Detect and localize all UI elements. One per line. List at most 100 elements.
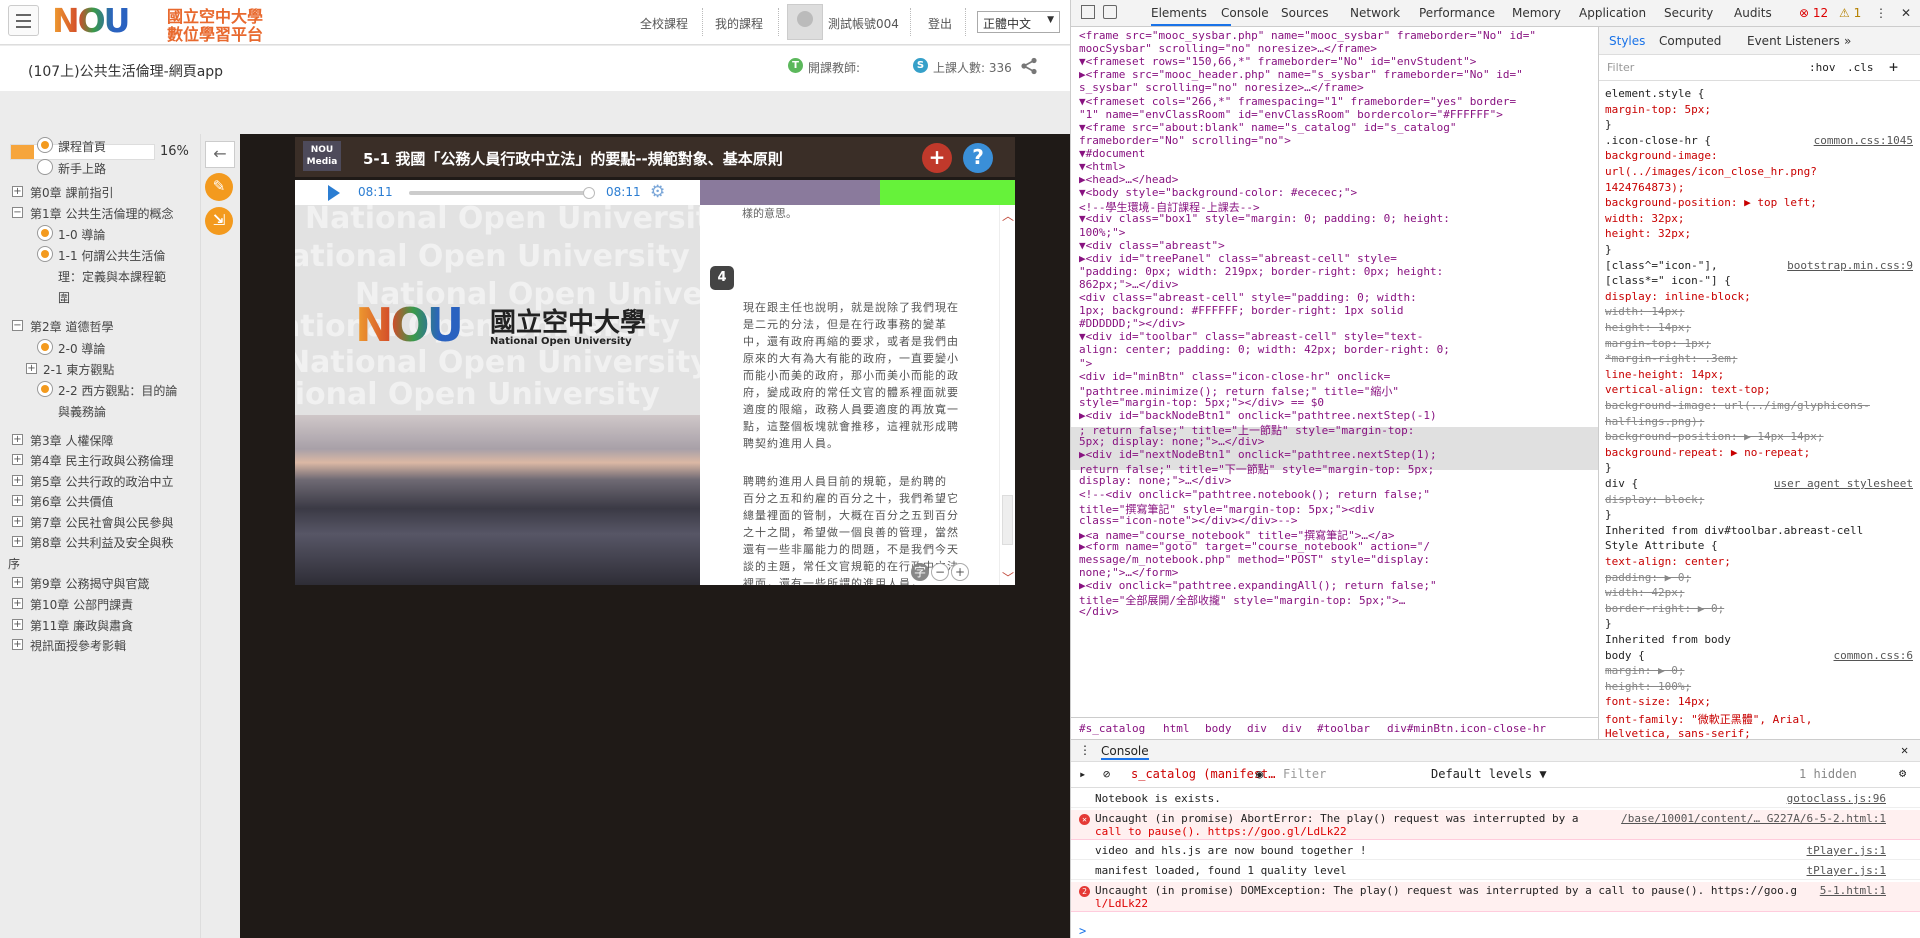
dom-line[interactable]: ▼<div id="toolbar" class="abreast-cell" … xyxy=(1079,330,1423,343)
style-rule-line[interactable]: padding: ▶ 0; xyxy=(1605,571,1691,584)
style-rule-line[interactable]: width: 42px; xyxy=(1605,586,1684,599)
dom-line[interactable]: ▶<div onclick="pathtree.expandingAll(); … xyxy=(1079,579,1437,592)
breadcrumb-item[interactable]: body xyxy=(1205,722,1232,735)
style-rule-line[interactable]: } xyxy=(1605,508,1612,521)
tree-item-label[interactable]: 第1章 公共生活倫理的概念 xyxy=(30,205,173,222)
warning-count[interactable]: ⚠ 1 xyxy=(1839,6,1861,20)
dom-line[interactable]: style="margin-top: 5px;"></div> == $0 xyxy=(1079,396,1324,409)
style-rule-line[interactable]: Inherited from body xyxy=(1605,633,1731,646)
dom-line[interactable]: moocSysbar" scrolling="no" noresize>…</f… xyxy=(1079,42,1377,55)
scroll-up-icon[interactable]: ︿ xyxy=(1002,207,1014,224)
dom-line[interactable]: ▶<form name="goto" target="course_notebo… xyxy=(1079,540,1430,553)
expand-icon[interactable]: + xyxy=(12,495,23,506)
style-rule-line[interactable]: margin-top: 5px; xyxy=(1605,103,1711,116)
close-drawer-icon[interactable]: ✕ xyxy=(1901,743,1908,757)
dom-line[interactable]: <frame src="mooc_sysbar.php" name="mooc_… xyxy=(1079,29,1536,42)
styles-tab[interactable]: » xyxy=(1844,34,1851,48)
notebook-icon[interactable]: ✎ xyxy=(205,173,233,201)
transcript-scrollbar[interactable]: ︿ ﹀ xyxy=(1000,205,1015,585)
collapse-icon[interactable]: − xyxy=(12,207,23,218)
radio-icon[interactable] xyxy=(37,339,53,355)
style-rule-line[interactable]: url(../images/icon_close_hr.png? xyxy=(1605,165,1817,178)
expand-icon[interactable]: + xyxy=(12,516,23,527)
drawer-menu-icon[interactable]: ⋮ xyxy=(1079,743,1091,757)
dom-line[interactable]: class="icon-note"></div></div>--> xyxy=(1079,514,1298,527)
style-rule-line[interactable]: line-height: 14px; xyxy=(1605,368,1724,381)
devtools-tab-application[interactable]: Application xyxy=(1579,6,1646,20)
help-icon[interactable]: ? xyxy=(963,143,993,173)
style-rule-line[interactable]: background-repeat: ▶ no-repeat; xyxy=(1605,446,1810,459)
style-rule-line[interactable]: [class^="icon-"], xyxy=(1605,259,1718,272)
hamburger-menu-icon[interactable] xyxy=(8,5,39,36)
style-rule-line[interactable]: halflings.png); xyxy=(1605,415,1704,428)
style-rule-line[interactable]: display: block; xyxy=(1605,493,1704,506)
style-rule-line[interactable]: } xyxy=(1605,461,1612,474)
style-source-link[interactable]: user agent stylesheet xyxy=(1774,477,1913,490)
style-source-link[interactable]: bootstrap.min.css:9 xyxy=(1787,259,1913,272)
style-source-link[interactable]: common.css:6 xyxy=(1834,649,1913,662)
collapse-icon[interactable]: − xyxy=(12,320,23,331)
expand-icon[interactable]: + xyxy=(12,434,23,445)
seek-bar[interactable] xyxy=(409,187,595,199)
tree-item-label[interactable]: 與義務論 xyxy=(58,403,106,420)
error-count[interactable]: ⊗ 12 xyxy=(1799,6,1828,20)
breadcrumb-item[interactable]: #s_catalog xyxy=(1079,722,1145,735)
dom-line[interactable]: ▼#document xyxy=(1079,147,1145,160)
user-avatar[interactable] xyxy=(787,4,823,40)
style-rule-line[interactable]: background-image: url(../img/glyphicons- xyxy=(1605,399,1870,412)
log-levels-select[interactable]: Default levels ▼ xyxy=(1431,767,1547,781)
tree-item-label[interactable]: 第7章 公民社會與公民參與 xyxy=(30,514,173,531)
dom-line[interactable]: </div> xyxy=(1079,605,1119,618)
tree-item-label[interactable]: 第3章 人權保障 xyxy=(30,432,113,449)
hover-state-toggle[interactable]: :hov xyxy=(1809,61,1836,74)
dom-line[interactable]: ▼<frameset rows="150,66,*" frameborder="… xyxy=(1079,55,1476,68)
play-icon[interactable] xyxy=(328,185,340,201)
expand-all-icon[interactable]: ⇲ xyxy=(205,207,233,235)
console-source-link[interactable]: tPlayer.js:1 xyxy=(1807,844,1886,857)
breadcrumb-item[interactable]: #toolbar xyxy=(1317,722,1370,735)
radio-icon[interactable] xyxy=(37,225,53,241)
breadcrumb-item[interactable]: div#minBtn.icon-close-hr xyxy=(1387,722,1546,735)
style-rule-line[interactable]: Helvetica, sans-serif; xyxy=(1605,727,1751,740)
dom-line[interactable]: ▼<body style="background-color: #ececec;… xyxy=(1079,186,1357,199)
radio-icon[interactable] xyxy=(37,381,53,397)
tree-item-label[interactable]: 第10章 公部門課責 xyxy=(30,596,133,613)
tree-item-label[interactable]: 視訊面授參考影輯 xyxy=(30,637,126,654)
style-rule-line[interactable]: font-family: "微軟正黑體", Arial, xyxy=(1605,711,1812,727)
tree-item-label[interactable]: 第9章 公務揭守與官箴 xyxy=(30,575,149,592)
tree-item-label[interactable]: 序 xyxy=(8,555,20,572)
share-icon[interactable] xyxy=(1020,57,1038,75)
dom-line[interactable]: <div id="minBtn" class="icon-close-hr" o… xyxy=(1079,370,1390,383)
dom-line[interactable]: frameborder="No" scrolling="no"> xyxy=(1079,134,1291,147)
breadcrumb-item[interactable]: div xyxy=(1282,722,1302,735)
dom-line[interactable]: <!--<div onclick="pathtree.notebook(); r… xyxy=(1079,488,1430,501)
video-player[interactable]: 08:11 08:11 ⚙ National Open University N… xyxy=(295,180,700,585)
style-rule-line[interactable]: 1424764873); xyxy=(1605,181,1684,194)
style-rule-line[interactable]: margin-top: 1px; xyxy=(1605,337,1711,350)
console-message[interactable]: Notebook is exists. gotoclass.js:96 xyxy=(1071,790,1920,808)
seek-handle[interactable] xyxy=(583,187,595,199)
scroll-down-icon[interactable]: ﹀ xyxy=(1002,569,1014,585)
style-rule-line[interactable]: body { xyxy=(1605,649,1645,662)
expand-icon[interactable]: + xyxy=(12,598,23,609)
devtools-tab-sources[interactable]: Sources xyxy=(1281,6,1328,20)
devtools-tab-security[interactable]: Security xyxy=(1664,6,1713,20)
dom-line[interactable]: ▶<div id="nextNodeBtn1" onclick="pathtre… xyxy=(1079,448,1437,461)
devtools-tab-network[interactable]: Network xyxy=(1350,6,1400,20)
dom-line[interactable]: "1" name="envClassRoom" id="envClassRoom… xyxy=(1079,108,1503,121)
dom-line[interactable]: <div class="abreast-cell" style="padding… xyxy=(1079,291,1417,304)
tree-item-label[interactable]: 圍 xyxy=(58,289,70,306)
style-rule-line[interactable]: width: 32px; xyxy=(1605,212,1684,225)
tree-item-label[interactable]: 第5章 公共行政的政治中立 xyxy=(30,473,173,490)
dom-line[interactable]: "> xyxy=(1079,357,1092,370)
style-rule-line[interactable]: text-align: center; xyxy=(1605,555,1731,568)
expand-icon[interactable]: + xyxy=(12,186,23,197)
style-rule-line[interactable]: [class*=" icon-"] { xyxy=(1605,274,1731,287)
tree-item-label[interactable]: 2-0 導論 xyxy=(58,340,105,357)
dom-line[interactable]: ▼<frame src="about:blank" name="s_catalo… xyxy=(1079,121,1457,134)
expand-icon[interactable]: + xyxy=(26,363,37,374)
add-icon[interactable]: + xyxy=(922,143,952,173)
dom-line[interactable]: align: center; padding: 0; width: 42px; … xyxy=(1079,343,1450,356)
style-rule-line[interactable]: width: 14px; xyxy=(1605,305,1684,318)
more-menu-icon[interactable]: ⋮ xyxy=(1875,6,1887,20)
